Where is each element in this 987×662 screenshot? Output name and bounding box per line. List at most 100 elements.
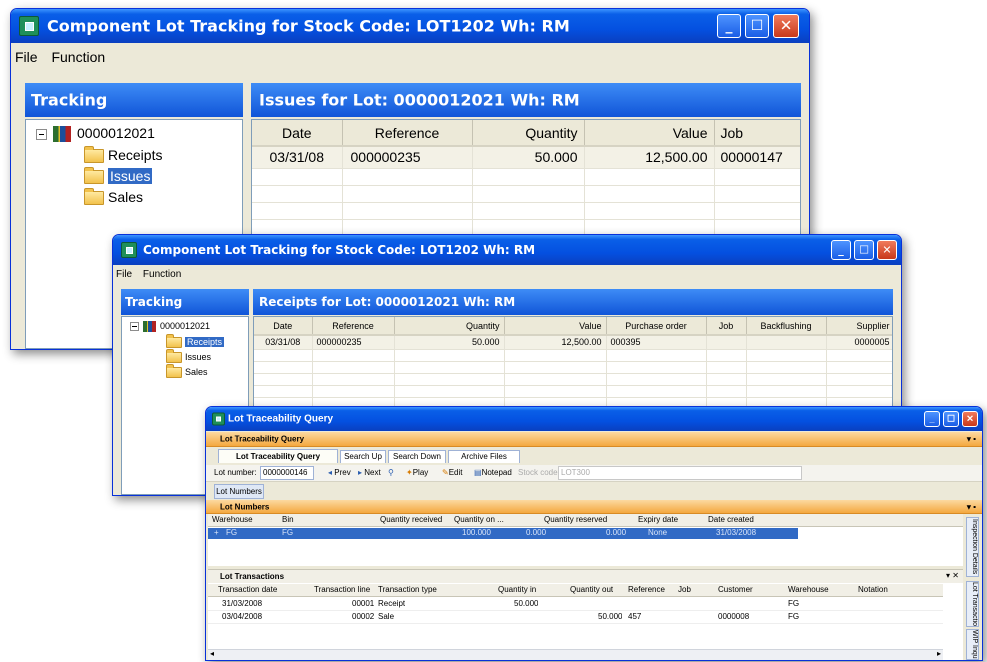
close-button[interactable]: ✕ [962,411,978,427]
col-job[interactable]: Job [678,585,691,594]
maximize-icon: ☐ [859,243,869,257]
col-date[interactable]: Date [252,120,343,147]
col-quantity-reserved[interactable]: Quantity reserved [544,515,607,524]
scroll-left-icon[interactable]: ◂ [210,649,214,658]
side-tab-wip-inquiry[interactable]: WIP Inquiry [966,629,979,660]
lot-transactions-header-row: Transaction date Transaction line Transa… [208,584,943,597]
section-controls-icon[interactable]: ▾ ✕ [946,571,959,580]
col-customer[interactable]: Customer [718,585,753,594]
cell-date: 03/31/08 [254,335,313,350]
col-value[interactable]: Value [584,120,715,147]
folder-icon [84,146,104,164]
menu-file[interactable]: File [116,266,132,284]
col-transaction-line[interactable]: Transaction line [314,585,376,594]
cell-warehouse: FG [788,612,800,621]
tab-search-up[interactable]: Search Up [340,450,386,463]
tab-archive-files[interactable]: Archive Files [448,450,520,463]
close-button[interactable]: ✕ [773,14,799,38]
cell-quantity-reserved: 0.000 [606,528,627,537]
tree-root[interactable]: 0000012021 [130,321,210,333]
minimize-button[interactable]: _ [717,14,741,38]
section-pin-icon[interactable]: ▾ ▪ [967,502,976,511]
title-bar[interactable]: Component Lot Tracking for Stock Code: L… [113,235,901,265]
table-row[interactable]: 03/31/08 000000235 50.000 12,500.00 0003… [254,335,892,350]
title-bar[interactable]: Lot Traceability Query _ ☐ ✕ [206,407,982,431]
side-tab-lot-transactions[interactable]: Lot Transactions [966,581,979,627]
title-bar[interactable]: Component Lot Tracking for Stock Code: L… [11,9,809,43]
tree-item-receipts[interactable]: Receipts [166,334,226,349]
col-transaction-date[interactable]: Transaction date [218,585,277,594]
col-quantity[interactable]: Quantity [472,120,585,147]
maximize-button[interactable]: ☐ [745,14,769,38]
cell-value: 12,500.00 [584,146,715,169]
menu-function[interactable]: Function [143,266,181,284]
col-purchase-order[interactable]: Purchase order [606,317,707,336]
menu-bar: File Function [113,266,901,284]
search-icon[interactable]: ⚲ [388,465,394,481]
menu-function[interactable]: Function [51,45,105,69]
collapse-icon[interactable] [36,128,47,140]
col-warehouse[interactable]: Warehouse [212,515,253,524]
tree-root[interactable]: 0000012021 [36,125,155,143]
tree-item-issues[interactable]: Issues [166,349,211,364]
tab-lot-traceability-query[interactable]: Lot Traceability Query [218,449,338,463]
maximize-button[interactable]: ☐ [854,240,874,260]
col-quantity-out[interactable]: Quantity out [570,585,613,594]
col-supplier[interactable]: Supplier [826,317,892,336]
lot-number-input[interactable]: 0000000146 [260,466,314,480]
col-quantity-received[interactable]: Quantity received [380,515,442,524]
col-reference[interactable]: Reference [628,585,665,594]
col-date-created[interactable]: Date created [708,515,754,524]
folder-icon [166,349,182,364]
section-pin-icon[interactable]: ▾ ▪ [967,435,976,444]
tree-item-issues[interactable]: Issues [84,167,154,185]
col-quantity-on-hand[interactable]: Quantity on ... [454,515,504,524]
side-tab-inspection-details[interactable]: Inspection Details [966,517,979,577]
col-notation[interactable]: Notation [858,585,888,594]
next-button[interactable]: ▸ Next [358,465,381,481]
table-row[interactable]: 03/31/08 000000235 50.000 12,500.00 0000… [252,146,800,169]
col-value[interactable]: Value [504,317,607,336]
tab-search-down[interactable]: Search Down [388,450,446,463]
maximize-button[interactable]: ☐ [943,411,959,427]
col-expiry-date[interactable]: Expiry date [638,515,678,524]
next-icon: ▸ [358,468,363,477]
col-reference[interactable]: Reference [342,120,473,147]
stock-code-label: Stock code: [518,468,560,477]
minimize-icon: _ [929,413,935,424]
table-row[interactable]: 31/03/2008 00001 Receipt 50.000 FG [208,598,943,611]
col-reference[interactable]: Reference [312,317,395,336]
notepad-button[interactable]: ▤Notepad [474,465,512,481]
menu-file[interactable]: File [15,45,38,69]
cell-transaction-date: 03/04/2008 [222,612,263,621]
col-bin[interactable]: Bin [282,515,294,524]
table-row[interactable]: 03/04/2008 00002 Sale 50.000 457 0000008… [208,611,943,624]
tree-item-sales[interactable]: Sales [166,364,208,379]
collapse-icon[interactable] [130,322,139,332]
col-job[interactable]: Job [706,317,747,336]
lot-numbers-button[interactable]: Lot Numbers [214,484,264,499]
minimize-button[interactable]: _ [831,240,851,260]
cell-date: 03/31/08 [252,146,343,169]
cell-warehouse: FG [788,599,800,608]
col-warehouse[interactable]: Warehouse [788,585,829,594]
edit-button[interactable]: ✎Edit [442,465,463,481]
app-icon [212,412,225,426]
prev-button[interactable]: ◂ Prev [328,465,351,481]
play-button[interactable]: ✦Play [406,465,428,481]
col-date[interactable]: Date [254,317,313,336]
tree-item-receipts[interactable]: Receipts [84,146,162,164]
col-job[interactable]: Job [714,120,800,147]
horizontal-scrollbar[interactable]: ◂ ▸ [208,649,943,660]
col-quantity[interactable]: Quantity [394,317,505,336]
tree-item-sales[interactable]: Sales [84,188,143,206]
col-backflushing[interactable]: Backflushing [746,317,827,336]
table-row[interactable]: + FG FG 100.000 0.000 0.000 None 31/03/2… [208,528,798,539]
minimize-button[interactable]: _ [924,411,940,427]
row-expand-icon[interactable]: + [214,528,219,537]
col-quantity-in[interactable]: Quantity in [498,585,536,594]
scroll-right-icon[interactable]: ▸ [937,649,941,658]
stock-code-input[interactable]: LOT300 [558,466,802,480]
col-transaction-type[interactable]: Transaction type [378,585,437,594]
close-button[interactable]: ✕ [877,240,897,260]
